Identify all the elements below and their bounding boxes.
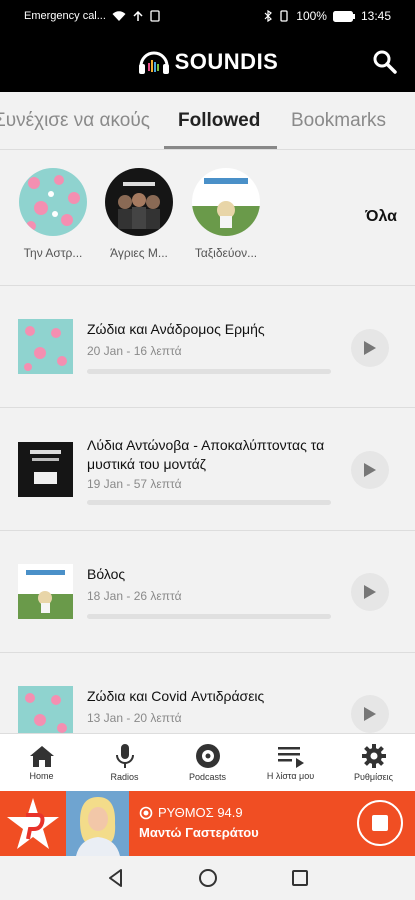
- podcast-name: Ταξιδεύον...: [194, 246, 258, 260]
- followed-podcast-item[interactable]: Άγριες Μ...: [103, 168, 175, 260]
- home-circle-icon[interactable]: [198, 868, 218, 888]
- now-playing-artwork: [66, 791, 129, 856]
- brand-logo: SOUNDIS: [137, 48, 279, 76]
- playlist-icon: [277, 747, 304, 768]
- carrier-text: Emergency cal...: [24, 10, 106, 22]
- status-bar: Emergency cal... 100% 13:45: [0, 0, 415, 32]
- notification-icon: [150, 10, 160, 22]
- episode-title: Λύδια Αντώνοβα - Αποκαλύπτοντας τα μυστι…: [87, 437, 325, 472]
- podcast-name: Την Αστρ...: [23, 246, 83, 260]
- back-icon[interactable]: [106, 868, 126, 888]
- followed-podcast-item[interactable]: Την Αστρ...: [17, 168, 89, 260]
- nav-label: Radios: [110, 772, 139, 782]
- episode-meta: 20 Jan - 16 λεπτά: [87, 344, 182, 358]
- followed-podcasts-row: Την Αστρ... Άγριες Μ... Ταξιδεύον... Όλα: [0, 150, 415, 286]
- search-icon: [373, 50, 397, 74]
- play-icon: [364, 463, 376, 477]
- tab-label: Followed: [178, 110, 261, 131]
- nav-label: Podcasts: [188, 772, 227, 782]
- battery-icon: [332, 10, 355, 22]
- clock: 13:45: [360, 9, 391, 23]
- mini-player[interactable]: ΡΥΘΜΟΣ 94.9 Μαντώ Γαστεράτου: [0, 791, 415, 856]
- episode-thumbnail: [18, 564, 73, 619]
- play-icon: [364, 585, 376, 599]
- show-name: Μαντώ Γαστεράτου: [139, 825, 259, 840]
- followed-podcast-item[interactable]: Ταξιδεύον...: [190, 168, 262, 260]
- podcast-cover-zodiac: [19, 168, 87, 236]
- episode-thumbnail: [18, 319, 73, 374]
- microphone-icon: [115, 744, 134, 768]
- battery-percent: 100%: [296, 9, 327, 23]
- podcast-disc-icon: [195, 744, 220, 768]
- episode-item[interactable]: Λύδια Αντώνοβα - Αποκαλύπτοντας τα μυστι…: [0, 408, 415, 531]
- nav-label: Ρυθμίσεις: [353, 772, 394, 782]
- view-all-link[interactable]: Όλα: [365, 208, 397, 226]
- recents-icon[interactable]: [291, 869, 309, 887]
- live-radio-icon: [139, 806, 153, 819]
- station-info: ΡΥΘΜΟΣ 94.9: [139, 805, 243, 820]
- headphones-logo-icon: [138, 51, 169, 74]
- episode-meta: 13 Jan - 20 λεπτά: [87, 711, 182, 725]
- tab-followed[interactable]: Followed: [178, 92, 260, 150]
- nav-home[interactable]: Home: [0, 734, 83, 791]
- episode-meta: 19 Jan - 57 λεπτά: [87, 477, 182, 491]
- podcast-name: Άγριες Μ...: [110, 246, 168, 260]
- nav-label: Home: [29, 771, 54, 781]
- play-button[interactable]: [351, 695, 389, 733]
- wifi-icon: [112, 10, 126, 21]
- tab-bookmarks[interactable]: Bookmarks: [291, 92, 386, 150]
- tab-label: Bookmarks: [291, 110, 387, 131]
- bluetooth-icon: [264, 10, 273, 22]
- tab-continue-listening[interactable]: Συνέχισε να ακούς: [0, 92, 150, 150]
- episode-title: Ζώδια και Ανάδρομος Ερμής: [87, 321, 265, 337]
- episode-item[interactable]: Ζώδια και Ανάδρομος Ερμής 20 Jan - 16 λε…: [0, 286, 415, 408]
- play-button[interactable]: [351, 329, 389, 367]
- system-navigation-bar: [0, 856, 415, 900]
- home-icon: [29, 746, 54, 767]
- bottom-navigation: Home Radios Podcasts Η λίστα μου Ρυθμίσε…: [0, 733, 415, 791]
- vibrate-icon: [280, 10, 288, 22]
- tab-bar: Συνέχισε να ακούς Followed Bookmarks: [0, 92, 415, 150]
- episodes-list: Ζώδια και Ανάδρομος Ερμής 20 Jan - 16 λε…: [0, 286, 415, 733]
- play-icon: [364, 341, 376, 355]
- episode-item[interactable]: Βόλος 18 Jan - 26 λεπτά: [0, 531, 415, 653]
- app-header: SOUNDIS: [0, 32, 415, 92]
- star-logo-icon: [7, 797, 59, 849]
- nav-settings[interactable]: Ρυθμίσεις: [332, 734, 415, 791]
- stop-button[interactable]: [357, 800, 403, 846]
- play-button[interactable]: [351, 451, 389, 489]
- active-tab-indicator: [164, 146, 277, 149]
- episode-meta: 18 Jan - 26 λεπτά: [87, 589, 182, 603]
- nav-my-list[interactable]: Η λίστα μου: [249, 734, 332, 791]
- play-icon: [364, 707, 376, 721]
- episode-title: Ζώδια και Covid Αντιδράσεις: [87, 688, 265, 704]
- station-name: ΡΥΘΜΟΣ 94.9: [158, 805, 243, 820]
- brand-name: SOUNDIS: [174, 49, 279, 74]
- episode-progress-bar: [87, 500, 331, 505]
- episode-progress-bar: [87, 614, 331, 619]
- episode-title: Βόλος: [87, 566, 126, 582]
- gear-icon: [361, 744, 386, 768]
- episode-thumbnail: [18, 442, 73, 497]
- tab-label: Συνέχισε να ακούς: [0, 110, 150, 131]
- search-button[interactable]: [371, 48, 399, 76]
- nav-podcasts[interactable]: Podcasts: [166, 734, 249, 791]
- podcast-cover-travelling: [192, 168, 260, 236]
- episode-progress-bar: [87, 369, 331, 374]
- podcast-cover-wild-mothers: [105, 168, 173, 236]
- stop-icon: [372, 815, 388, 831]
- station-logo: [0, 791, 66, 856]
- episode-item[interactable]: Ζώδια και Covid Αντιδράσεις 13 Jan - 20 …: [0, 653, 415, 733]
- sync-icon: [133, 10, 143, 21]
- play-button[interactable]: [351, 573, 389, 611]
- episode-thumbnail: [18, 686, 73, 733]
- nav-radios[interactable]: Radios: [83, 734, 166, 791]
- nav-label: Η λίστα μου: [266, 771, 315, 781]
